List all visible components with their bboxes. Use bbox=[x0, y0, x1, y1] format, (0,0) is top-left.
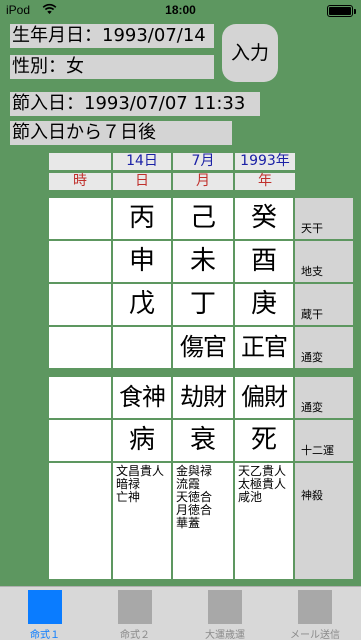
tab-square-icon bbox=[298, 590, 332, 624]
tab-label: 大運歳運 bbox=[205, 630, 245, 640]
date-month: 7月 bbox=[173, 153, 233, 170]
tsuhen1-label: 通変 bbox=[295, 327, 353, 368]
date-hour-empty bbox=[49, 153, 111, 170]
tenkan-label: 天干 bbox=[295, 198, 353, 239]
juniun-year: 死 bbox=[235, 420, 293, 461]
juniun-hour bbox=[49, 420, 111, 461]
tsuhen1-month: 傷官 bbox=[173, 327, 233, 368]
shinsatsu-month: 金與禄 流霞 天徳合 月徳合 華蓋 bbox=[173, 463, 233, 579]
tsuhen2-year: 偏財 bbox=[235, 377, 293, 418]
shinsatsu-item: 咸池 bbox=[238, 490, 263, 504]
tab-bar: 命式１ 命式２ 大運歳運 メール送信 bbox=[0, 586, 361, 640]
chishi-hour bbox=[49, 241, 111, 282]
tab-mail-send[interactable]: メール送信 bbox=[270, 587, 360, 640]
juniun-month: 衰 bbox=[173, 420, 233, 461]
tab-label: メール送信 bbox=[290, 630, 340, 640]
tab-square-icon bbox=[118, 590, 152, 624]
input-button[interactable]: 入力 bbox=[222, 24, 278, 82]
zoukan-month: 丁 bbox=[173, 284, 233, 325]
birthday-field: 生年月日：1993/07/14 bbox=[10, 24, 214, 48]
tenkan-day: 丙 bbox=[113, 198, 171, 239]
juniun-day: 病 bbox=[113, 420, 171, 461]
tenkan-hour bbox=[49, 198, 111, 239]
tab-label: 命式２ bbox=[120, 630, 150, 640]
date-day: 14日 bbox=[113, 153, 171, 170]
juniun-label: 十二運 bbox=[295, 420, 353, 461]
tab-square-icon bbox=[208, 590, 242, 624]
tsuhen2-label: 通変 bbox=[295, 377, 353, 418]
tab-taiun-saiun[interactable]: 大運歳運 bbox=[180, 587, 270, 640]
shinsatsu-item: 華蓋 bbox=[176, 516, 201, 530]
tsuhen1-year: 正官 bbox=[235, 327, 293, 368]
zoukan-label: 蔵干 bbox=[295, 284, 353, 325]
tab-meishiki-1[interactable]: 命式１ bbox=[0, 587, 90, 640]
zoukan-hour bbox=[49, 284, 111, 325]
tenkan-month: 己 bbox=[173, 198, 233, 239]
status-bar: iPod 18:00 bbox=[0, 0, 361, 20]
tenkan-year: 癸 bbox=[235, 198, 293, 239]
pillar-month: 月 bbox=[173, 173, 233, 190]
shinsatsu-day: 文昌貴人 暗禄 亡神 bbox=[113, 463, 171, 579]
status-time: 18:00 bbox=[165, 3, 196, 17]
tsuhen1-hour bbox=[49, 327, 111, 368]
days-after-field: 節入日から７日後 bbox=[10, 121, 232, 145]
tsuhen2-hour bbox=[49, 377, 111, 418]
tab-meishiki-2[interactable]: 命式２ bbox=[90, 587, 180, 640]
chishi-year: 酉 bbox=[235, 241, 293, 282]
shinsatsu-item: 亡神 bbox=[116, 490, 141, 504]
tsuhen2-day: 食神 bbox=[113, 377, 171, 418]
chishi-month: 未 bbox=[173, 241, 233, 282]
tab-label: 命式１ bbox=[30, 630, 60, 640]
zoukan-year: 庚 bbox=[235, 284, 293, 325]
shinsatsu-hour bbox=[49, 463, 111, 579]
zoukan-day: 戊 bbox=[113, 284, 171, 325]
chishi-day: 申 bbox=[113, 241, 171, 282]
date-year: 1993年 bbox=[235, 153, 295, 170]
shinsatsu-label: 神殺 bbox=[295, 463, 353, 579]
shinsatsu-year: 天乙貴人 太極貴人 咸池 bbox=[235, 463, 293, 579]
setsuiri-field: 節入日：1993/07/07 11:33 bbox=[10, 92, 260, 116]
gender-field: 性別：女 bbox=[10, 55, 214, 79]
pillar-hour: 時 bbox=[49, 173, 111, 190]
pillar-day: 日 bbox=[113, 173, 171, 190]
tsuhen2-month: 劫財 bbox=[173, 377, 233, 418]
tsuhen1-day bbox=[113, 327, 171, 368]
pillar-year: 年 bbox=[235, 173, 295, 190]
chishi-label: 地支 bbox=[295, 241, 353, 282]
tab-square-icon bbox=[28, 590, 62, 624]
battery-icon bbox=[327, 5, 356, 17]
